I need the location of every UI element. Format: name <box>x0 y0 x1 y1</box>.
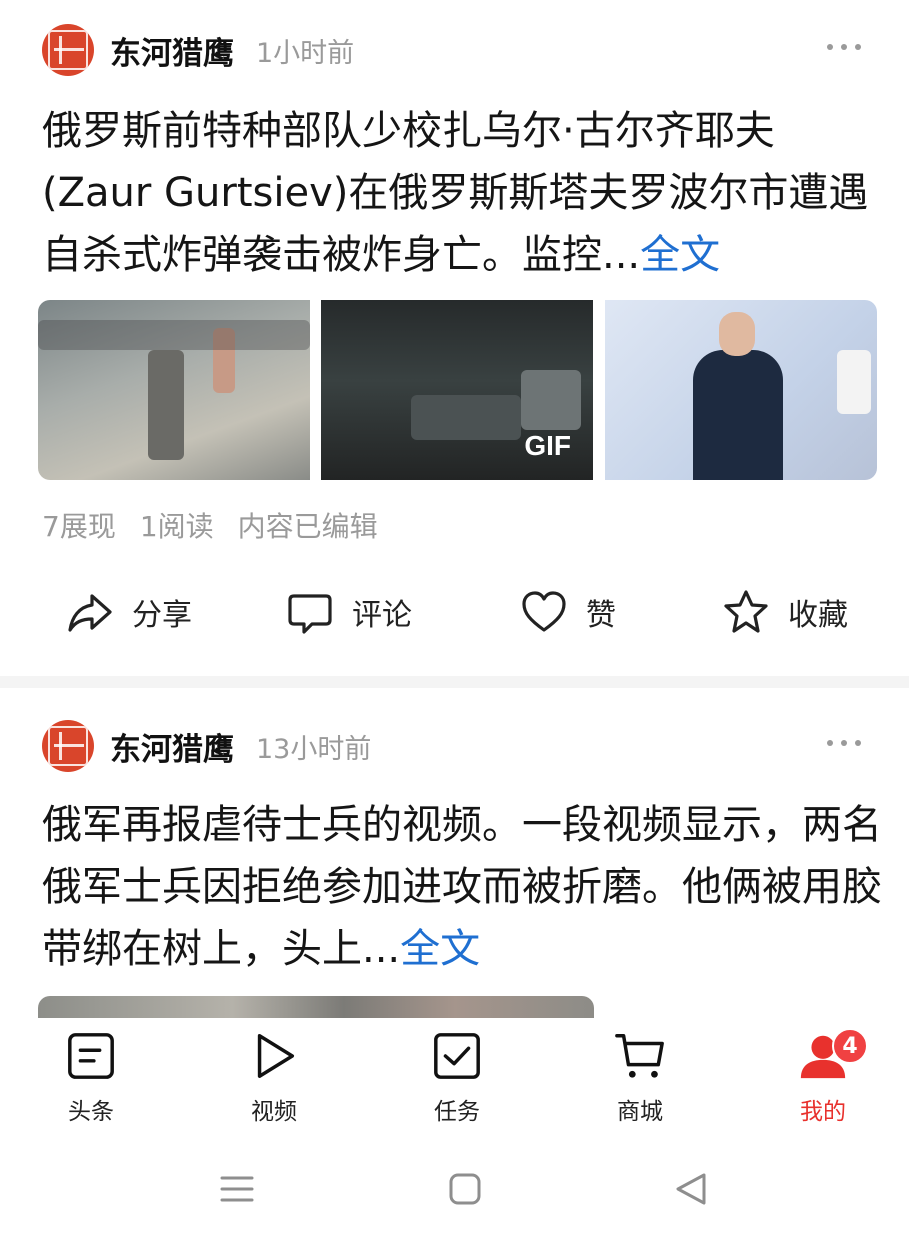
post-actions: 分享 评论 赞 收藏 <box>0 584 909 640</box>
post-stats: 7展现 1阅读 内容已编辑 <box>42 505 378 545</box>
cart-icon <box>615 1034 664 1078</box>
play-icon <box>257 1034 295 1078</box>
share-button[interactable]: 分享 <box>66 584 192 640</box>
article-icon <box>68 1033 114 1079</box>
bottom-tab-bar: 头条 视频 任务 商城 4 我的 <box>0 1018 909 1130</box>
author-name[interactable]: 东河猎鹰 <box>110 28 234 73</box>
post-header: 东河猎鹰 1小时前 <box>42 22 867 78</box>
tab-me[interactable]: 4 我的 <box>768 1028 878 1126</box>
comment-label: 评论 <box>352 598 412 633</box>
tab-headlines[interactable]: 头条 <box>36 1030 146 1126</box>
post-image-preview[interactable] <box>38 996 594 1018</box>
menu-icon[interactable] <box>218 1170 256 1208</box>
read-full-link[interactable]: 全文 <box>640 232 720 278</box>
tab-label: 我的 <box>800 1099 846 1125</box>
share-icon <box>68 594 112 632</box>
star-icon <box>724 590 768 633</box>
author-name[interactable]: 东河猎鹰 <box>110 724 234 769</box>
home-icon[interactable] <box>446 1170 484 1208</box>
post-text[interactable]: 俄罗斯前特种部队少校扎乌尔·古尔齐耶夫(Zaur Gurtsiev)在俄罗斯斯塔… <box>42 100 882 286</box>
image-gallery: GIF <box>38 300 877 480</box>
heart-icon <box>522 591 566 632</box>
post-body: 俄罗斯前特种部队少校扎乌尔·古尔齐耶夫(Zaur Gurtsiev)在俄罗斯斯塔… <box>42 108 869 278</box>
tab-label: 头条 <box>68 1099 114 1125</box>
system-navigation-bar <box>0 1140 909 1246</box>
tab-mall[interactable]: 商城 <box>585 1030 695 1126</box>
gif-badge: GIF <box>524 430 571 461</box>
more-options-icon[interactable] <box>827 740 861 748</box>
read-full-link[interactable]: 全文 <box>400 926 480 972</box>
officer-portrait-photo[interactable] <box>605 300 877 480</box>
like-label: 赞 <box>586 598 616 633</box>
comment-icon <box>288 594 332 634</box>
post-text[interactable]: 俄军再报虐待士兵的视频。一段视频显示，两名俄军士兵因拒绝参加进攻而被折磨。他俩被… <box>42 794 882 980</box>
tab-tasks[interactable]: 任务 <box>402 1030 512 1126</box>
impressions-count: 7展现 <box>42 510 116 543</box>
post-time: 13小时前 <box>256 733 372 765</box>
tab-video[interactable]: 视频 <box>219 1030 329 1126</box>
tab-label: 视频 <box>251 1099 297 1125</box>
favorite-label: 收藏 <box>788 598 848 633</box>
share-label: 分享 <box>132 598 192 633</box>
post-divider <box>0 676 909 688</box>
tab-label: 商城 <box>617 1099 663 1125</box>
like-button[interactable]: 赞 <box>520 584 616 640</box>
post-header: 东河猎鹰 13小时前 <box>42 718 867 774</box>
author-avatar[interactable] <box>42 720 94 772</box>
post-time: 1小时前 <box>256 37 355 69</box>
reads-count: 1阅读 <box>139 510 214 543</box>
tab-label: 任务 <box>434 1099 480 1125</box>
checkbox-icon <box>434 1033 480 1079</box>
edited-label: 内容已编辑 <box>237 510 378 543</box>
comment-button[interactable]: 评论 <box>286 584 412 640</box>
back-icon[interactable] <box>672 1170 710 1208</box>
night-street-frame[interactable]: GIF <box>321 300 593 480</box>
surveillance-video-frame[interactable] <box>38 300 310 480</box>
more-options-icon[interactable] <box>827 44 861 52</box>
notification-badge: 4 <box>832 1028 868 1064</box>
favorite-button[interactable]: 收藏 <box>722 584 848 640</box>
author-avatar[interactable] <box>42 24 94 76</box>
